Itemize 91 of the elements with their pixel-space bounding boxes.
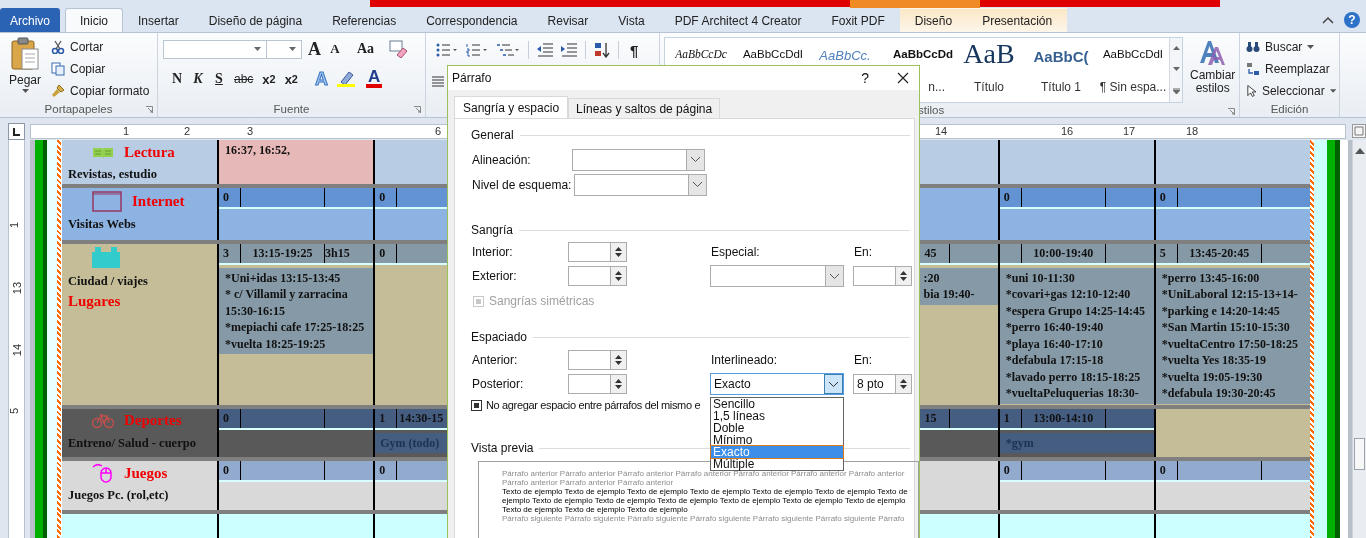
ruler-number: 16 — [1060, 124, 1074, 138]
note-text: *parking e 14:20-14:45 — [1161, 302, 1280, 320]
note-text: *espera Grupo 14:25-14:45 — [1005, 302, 1146, 320]
note-text: :20 — [923, 269, 940, 287]
category-subtitle: Ciudad / viajes — [68, 273, 149, 289]
section-heading: General — [471, 128, 514, 142]
note-text: 15:30-16:15 — [225, 302, 285, 320]
group-label: Edición — [1270, 103, 1309, 115]
note-text: *lavado perro 18:15-18:25 — [1005, 368, 1141, 386]
count-text: 1 — [379, 410, 386, 426]
ruler-number: 3 — [246, 124, 254, 138]
time-range-text: 13:15-19:25 — [252, 245, 313, 261]
note-text: *UniLaboral 12:15-13+14- — [1161, 286, 1298, 303]
count-text: 0 — [1003, 190, 1010, 205]
ruler-number: 17 — [1122, 124, 1136, 138]
note-text: bia 19:40- — [923, 286, 975, 303]
ruler-number: 2 — [183, 124, 191, 138]
count-text: 1 — [1003, 410, 1010, 426]
category-title: Deportes — [124, 412, 182, 429]
field-label: Nivel de esquema: — [471, 177, 572, 192]
field-label: Interlineado: — [710, 353, 779, 367]
field-label: Alineación: — [471, 152, 532, 167]
preview-previous-text: Párrafo anterior Párrafo anterior Párrafo anterior Párrafo anterior Párrafo anterior Párrafo anterior Párrafo anterior Párrafo anterior Párrafo anterior Párrafo anterior — [502, 469, 906, 487]
section-heading: Espaciado — [471, 330, 528, 344]
category-subtitle: Revistas, estudio — [68, 167, 158, 182]
category-title: Lectura — [124, 143, 175, 161]
note-text: *covari+gas 12:10-12:40 — [1005, 286, 1131, 303]
category-title: Internet — [132, 192, 185, 210]
category-subtitle: Visitas Webs — [68, 217, 137, 232]
ruler-number: 13 — [11, 281, 24, 295]
count-text: 3 — [223, 245, 229, 261]
field-label: En: — [853, 353, 873, 367]
ruler-number: 5 — [8, 407, 21, 415]
time-range-text: 13:00-14:10 — [1033, 410, 1094, 426]
ruler-number: 14 — [11, 343, 24, 357]
category-title: Lugares — [68, 292, 122, 310]
count-text: 0 — [1159, 463, 1166, 479]
note-text: *Uni+idas 13:15-13:45 — [225, 269, 341, 287]
group-label: Fuente — [273, 103, 310, 115]
count-text: 0 — [379, 245, 386, 261]
group-label: Portapapeles — [44, 103, 113, 115]
count-text: 0 — [379, 463, 386, 479]
count-text: 5 — [1159, 245, 1166, 261]
note-text: *perro 13:45-16:00 — [1161, 269, 1260, 287]
note-text: *playa 16:40-17:10 — [1005, 335, 1103, 353]
category-subtitle: Juegos Pc. (rol,etc) — [68, 488, 170, 504]
duration-text: 3h15 — [325, 245, 350, 261]
category-title: Juegos — [124, 464, 168, 482]
field-label: Anterior: — [471, 353, 519, 367]
time-range-text: 15 — [924, 410, 937, 426]
field-label: En: — [853, 245, 873, 259]
count-text: 0 — [223, 190, 229, 205]
note-text: *San Martin 15:10-15:30 — [1161, 319, 1290, 336]
ruler-number: 6 — [434, 124, 442, 138]
note-text: *defabula 19:30-20:45 — [1161, 385, 1276, 402]
note-text: *vuelta 19:05-19:30 — [1161, 368, 1263, 386]
note-text: * c/ Villamil y zarracina — [225, 286, 348, 303]
dialog-title: Párrafo — [452, 71, 492, 85]
count-text: 0 — [379, 190, 386, 205]
time-range-text: 10:00-19:40 — [1033, 245, 1094, 261]
checkbox-label: Sangrías simétricas — [489, 294, 595, 308]
ruler-number: 1 — [8, 221, 21, 229]
note-text: 16:37, 16:52, — [225, 142, 290, 159]
section-heading: Vista previa — [471, 441, 534, 455]
note-text: *defabula 17:15-18 — [1005, 352, 1104, 369]
note-text: *perro 16:40-19:40 — [1005, 319, 1104, 336]
field-label: Interior: — [471, 245, 514, 259]
preview-next-text: Párrafo siguiente Párrafo siguiente Párrafo siguiente Párrafo siguiente Párrafo siguiente Párrafo siguiente Párrafo — [502, 514, 906, 523]
preview-sample-text: Texto de ejemplo Texto de ejemplo Texto de ejemplo Texto de ejemplo Texto de ejemplo Texto de ejemplo Texto de ejemplo Texto de ejemplo Texto de ejemplo Texto de ejemplo Texto de ejemplo Texto de ejemplo Texto de ejemplo Texto de ejemplo Texto de ejemplo Texto de ejemplo — [502, 487, 909, 514]
ruler-number: 14 — [934, 124, 948, 138]
note-text: *vuelta Yes 18:35-19 — [1161, 352, 1267, 369]
note-text: *vuelta 18:25-19:25 — [225, 335, 326, 353]
field-label: Especial: — [710, 245, 761, 259]
note-text: *uni 10-11:30 — [1005, 269, 1075, 287]
time-range-text: 14:30-15 — [399, 410, 444, 426]
note-text: *vueltaPeluquerias 18:30- — [1005, 385, 1139, 402]
field-label: Exterior: — [471, 269, 518, 283]
time-range-text: 45 — [924, 245, 937, 261]
count-text: 0 — [223, 463, 229, 479]
note-text: *mepiachi cafe 17:25-18:25 — [225, 319, 365, 336]
time-range-text: 13:45-20:45 — [1189, 245, 1250, 261]
category-subtitle: Entreno/ Salud - cuerpo — [68, 435, 197, 451]
checkbox-label: No agregar espacio entre párrafos del mismo e — [486, 399, 701, 411]
section-heading: Sangría — [471, 223, 514, 237]
note-text: *vueltaCentro 17:50-18:25 — [1161, 335, 1298, 353]
count-text: 0 — [1003, 463, 1010, 479]
count-text: 0 — [223, 410, 229, 426]
ruler-number: 1 — [122, 124, 130, 138]
count-text: 0 — [1159, 190, 1166, 205]
ruler-number: 18 — [1185, 124, 1199, 138]
field-label: Posterior: — [471, 377, 525, 391]
